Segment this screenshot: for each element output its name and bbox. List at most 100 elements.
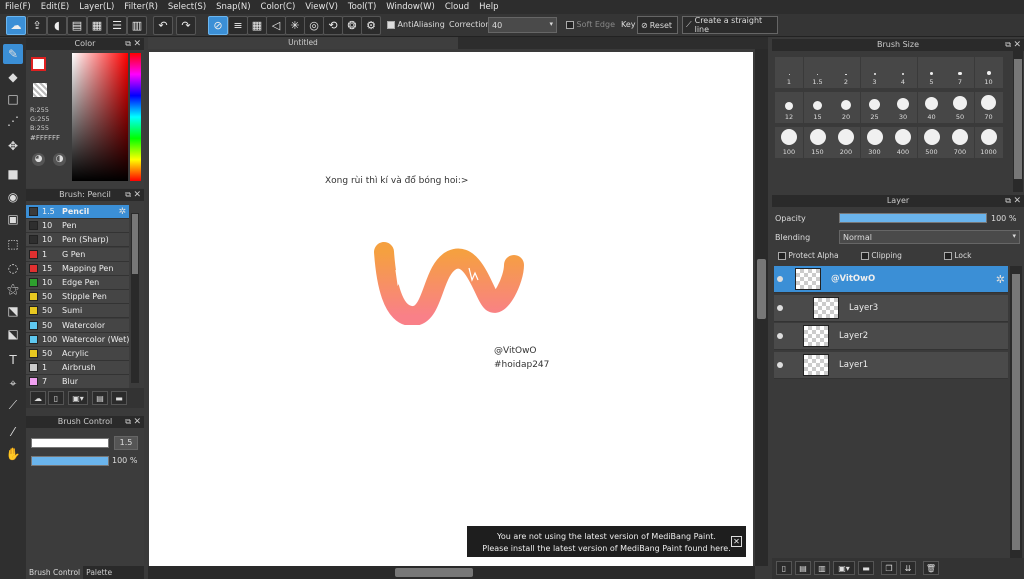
- brush-item[interactable]: 1.5 Pencil ✲: [26, 205, 129, 219]
- brush-size-option[interactable]: 500: [917, 127, 946, 158]
- curve-snap-icon[interactable]: ⟲: [323, 16, 343, 35]
- brush-size-option[interactable]: 5: [917, 57, 946, 88]
- brush-item[interactable]: 10 Pen: [26, 219, 129, 234]
- fill-rect-tool-icon[interactable]: ■: [3, 164, 23, 184]
- grid-snap-icon[interactable]: ▦: [247, 16, 267, 35]
- close-icon[interactable]: ✕: [1013, 195, 1021, 207]
- popout-icon[interactable]: ⧉: [125, 38, 131, 50]
- brush-size-option[interactable]: 300: [860, 127, 889, 158]
- delete-layer-icon[interactable]: 🗑: [923, 561, 939, 575]
- canvas[interactable]: Xong rùi thì kí và đổ bóng hoi:> @VitOwO…: [149, 52, 753, 566]
- eraser-tool-icon[interactable]: ◆: [3, 67, 23, 87]
- menu-file[interactable]: File(F): [0, 2, 36, 12]
- new-halftone-layer-icon[interactable]: ▥: [814, 561, 830, 575]
- clipping-checkbox[interactable]: Clipping: [861, 251, 902, 260]
- brush-size-option[interactable]: 1: [775, 57, 803, 88]
- hand-tool-icon[interactable]: ✋: [3, 444, 23, 464]
- menu-select[interactable]: Select(S): [163, 2, 211, 12]
- antialiasing-checkbox[interactable]: AntiAliasing: [387, 20, 445, 29]
- layer-row[interactable]: Layer3: [774, 294, 1008, 322]
- brush-size-option[interactable]: 20: [832, 92, 860, 123]
- layer-row[interactable]: Layer2: [774, 323, 1008, 350]
- select-rect-tool-icon[interactable]: ⬚: [3, 234, 23, 254]
- brush-size-option[interactable]: 70: [974, 92, 1003, 123]
- hue-slider[interactable]: [130, 53, 141, 181]
- brush-list-scrollbar[interactable]: [131, 213, 139, 383]
- magic-wand-tool-icon[interactable]: ⚝: [3, 279, 23, 299]
- tab-palette[interactable]: Palette: [83, 566, 115, 579]
- close-icon[interactable]: ✕: [1013, 39, 1021, 51]
- brush-size-option[interactable]: 40: [917, 92, 946, 123]
- lasso-tool-icon[interactable]: ◌: [3, 258, 23, 278]
- color-wheel-icon[interactable]: ◑: [53, 153, 66, 166]
- menu-window[interactable]: Window(W): [381, 2, 440, 12]
- brush-size-option[interactable]: 30: [889, 92, 917, 123]
- brush-item[interactable]: 1 Airbrush: [26, 361, 129, 376]
- menu-view[interactable]: View(V): [300, 2, 343, 12]
- brush-size-option[interactable]: 15: [803, 92, 832, 123]
- circle-snap-icon[interactable]: ◎: [304, 16, 324, 35]
- bucket-tool-icon[interactable]: ◉: [3, 187, 23, 207]
- export-icon[interactable]: ⇪: [27, 16, 47, 35]
- new-folder-icon[interactable]: ▬: [858, 561, 874, 575]
- rectangle-tool-icon[interactable]: □: [3, 89, 23, 109]
- brush-size-option[interactable]: 12: [775, 92, 803, 123]
- ellipse-snap-icon[interactable]: ❂: [342, 16, 362, 35]
- brush-size-option[interactable]: 100: [775, 127, 803, 158]
- protect-alpha-checkbox[interactable]: Protect Alpha: [778, 251, 839, 260]
- brush-size-option[interactable]: 7: [946, 57, 974, 88]
- close-icon[interactable]: ✕: [133, 189, 141, 201]
- close-icon[interactable]: ✕: [731, 536, 742, 547]
- new-color-layer-icon[interactable]: ▤: [795, 561, 811, 575]
- close-icon[interactable]: ✕: [133, 416, 141, 428]
- brush-size-option[interactable]: 10: [974, 57, 1003, 88]
- brush-properties-icon[interactable]: ▤: [92, 391, 108, 405]
- page-icon[interactable]: ▦: [87, 16, 107, 35]
- dot-tool-icon[interactable]: ⋰: [3, 111, 23, 131]
- menu-layer[interactable]: Layer(L): [74, 2, 119, 12]
- brush-size-option[interactable]: 700: [946, 127, 974, 158]
- brush-tool-icon[interactable]: ✎: [3, 44, 23, 64]
- gear-icon[interactable]: ✲: [118, 207, 126, 217]
- layer-opacity-slider[interactable]: [839, 213, 987, 223]
- brush-size-option[interactable]: 25: [860, 92, 889, 123]
- grid-icon[interactable]: ▥: [127, 16, 147, 35]
- brush-size-option[interactable]: 4: [889, 57, 917, 88]
- text-tool-icon[interactable]: T: [3, 350, 23, 370]
- divide-tool-icon[interactable]: ⟋: [3, 395, 23, 415]
- add-brush-dropdown-icon[interactable]: ▣▾: [68, 391, 88, 405]
- brush-item[interactable]: 50 Stipple Pen: [26, 290, 129, 305]
- menu-snap[interactable]: Snap(N): [211, 2, 255, 12]
- brush-cloud-icon[interactable]: ☁: [30, 391, 46, 405]
- brush-size-option[interactable]: 50: [946, 92, 974, 123]
- brush-item[interactable]: 10 Edge Pen: [26, 276, 129, 290]
- redo-icon[interactable]: ↷: [176, 16, 196, 35]
- update-notification[interactable]: You are not using the latest version of …: [467, 526, 746, 557]
- saturation-value-picker[interactable]: [72, 53, 128, 181]
- eyedropper-tool-icon[interactable]: ⁄: [3, 422, 23, 442]
- undo-icon[interactable]: ↶: [153, 16, 173, 35]
- palette-icon[interactable]: ◕: [32, 153, 45, 166]
- visibility-eye-icon[interactable]: [777, 361, 783, 368]
- brush-size-option[interactable]: 400: [889, 127, 917, 158]
- select-pen-tool-icon[interactable]: ⬔: [3, 301, 23, 321]
- merge-layer-icon[interactable]: ⇊: [900, 561, 916, 575]
- visibility-eye-icon[interactable]: [777, 276, 783, 282]
- brush-size-option[interactable]: 1.5: [803, 57, 832, 88]
- popout-icon[interactable]: ⧉: [125, 416, 131, 428]
- layer-row[interactable]: Layer1: [774, 351, 1008, 379]
- brush-item[interactable]: 15 Mapping Pen: [26, 261, 129, 276]
- operation-tool-icon[interactable]: ⌖: [3, 373, 23, 393]
- visibility-eye-icon[interactable]: [777, 304, 783, 311]
- tab-brush-control[interactable]: Brush Control: [26, 566, 84, 579]
- menu-color[interactable]: Color(C): [256, 2, 301, 12]
- menu-tool[interactable]: Tool(T): [343, 2, 381, 12]
- blending-select[interactable]: Normal ▾: [839, 230, 1020, 244]
- visibility-eye-icon[interactable]: [777, 333, 783, 339]
- layer-icon[interactable]: ▤: [67, 16, 87, 35]
- brush-folder-icon[interactable]: ▬: [111, 391, 127, 405]
- new-layer-icon[interactable]: ▯: [776, 561, 792, 575]
- brush-size-slider[interactable]: [31, 438, 109, 448]
- brush-size-option[interactable]: 2: [832, 57, 860, 88]
- document-tab[interactable]: Untitled: [148, 37, 458, 49]
